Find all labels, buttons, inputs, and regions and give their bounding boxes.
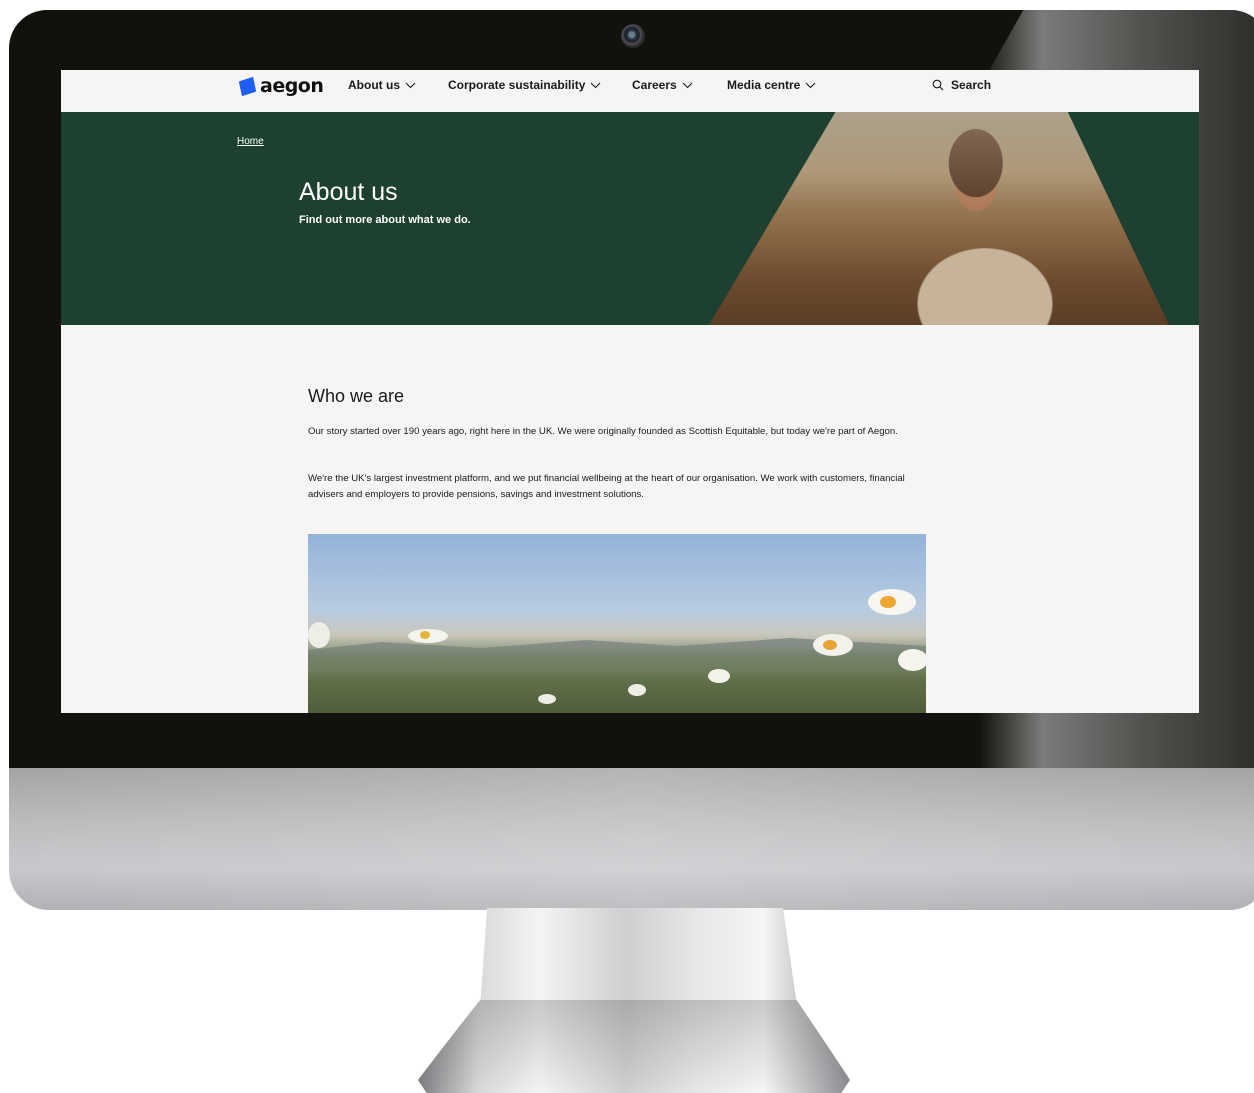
chevron-down-icon: [590, 82, 601, 89]
photo-daisy-center: [823, 640, 837, 650]
nav-item-label: About us: [348, 78, 400, 92]
nav-item-label: Media centre: [727, 78, 801, 92]
photo-daisy-center: [420, 631, 430, 639]
nav-item-label: Corporate sustainability: [448, 78, 586, 92]
logo-mark-icon: [238, 76, 257, 96]
monitor-chin: [9, 768, 1254, 910]
nav-item-careers[interactable]: Careers: [632, 78, 693, 92]
logo-wordmark: aegon: [260, 75, 324, 97]
daisy-field-photo: [308, 534, 926, 713]
platform-paragraph: We're the UK's largest investment platfo…: [308, 473, 905, 500]
nav-item-media-centre[interactable]: Media centre: [727, 78, 816, 92]
photo-daisy: [538, 694, 556, 704]
chevron-down-icon: [405, 82, 416, 89]
hero-banner: Home About us Find out more about what w…: [61, 112, 1199, 325]
section-title: Who we are: [308, 386, 405, 406]
photo-daisy: [708, 669, 730, 683]
nav-item-corporate-sustainability[interactable]: Corporate sustainability: [448, 78, 601, 92]
search-button[interactable]: Search: [932, 78, 991, 92]
brand-logo[interactable]: aegon: [238, 74, 324, 98]
chevron-down-icon: [805, 82, 816, 89]
screen: aegon About us Corporate sustainability …: [61, 70, 1199, 713]
hero-photo-haze: [709, 112, 1169, 325]
chevron-down-icon: [682, 82, 693, 89]
stand-shading: [418, 1000, 850, 1093]
page-title: About us: [299, 178, 398, 206]
search-icon: [932, 79, 944, 91]
breadcrumb-home[interactable]: Home: [237, 136, 264, 147]
photo-daisy-center: [880, 596, 896, 608]
intro-paragraph: Our story started over 190 years ago, ri…: [308, 426, 898, 437]
photo-daisy: [628, 684, 646, 696]
photo-daisy: [308, 622, 330, 648]
search-label: Search: [951, 78, 992, 92]
top-navigation: aegon About us Corporate sustainability …: [61, 70, 1199, 112]
camera-icon: [621, 24, 645, 48]
page-subtitle: Find out more about what we do.: [299, 214, 471, 226]
chin-reflection: [9, 768, 1254, 910]
nav-item-label: Careers: [632, 78, 677, 92]
nav-item-about-us[interactable]: About us: [348, 78, 416, 92]
photo-daisy: [898, 649, 926, 671]
